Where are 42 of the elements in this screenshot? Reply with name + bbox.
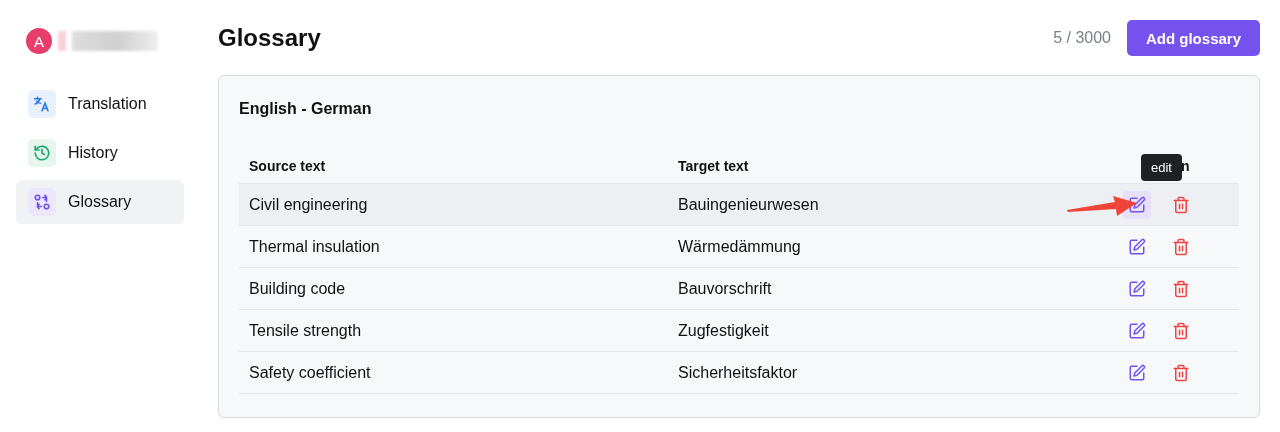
delete-icon [1172, 237, 1190, 256]
delete-icon [1172, 363, 1190, 382]
sidebar-item-label: History [68, 144, 118, 162]
table-row[interactable]: Safety coefficient Sicherheitsfaktor [239, 352, 1239, 394]
edit-icon [1128, 363, 1146, 382]
source-cell: Civil engineering [249, 195, 368, 214]
source-cell: Safety coefficient [249, 363, 371, 382]
source-cell: Building code [249, 279, 346, 298]
delete-icon [1172, 279, 1190, 298]
sidebar-item-label: Translation [68, 95, 147, 113]
edit-icon [1128, 195, 1146, 214]
column-header: Source text [249, 157, 326, 174]
edit-icon [1128, 279, 1146, 298]
target-cell: Bauvorschrift [678, 279, 772, 298]
history-icon [33, 144, 51, 162]
column-header: Target text [678, 157, 749, 174]
sidebar-item[interactable]: History [16, 131, 184, 175]
table-row[interactable]: Tensile strength Zugfestigkeit [239, 310, 1239, 352]
user-avatar[interactable]: A [26, 28, 52, 54]
add-glossary-button[interactable]: Add glossary [1126, 20, 1260, 56]
delete-icon [1172, 195, 1190, 214]
edit-icon [1128, 237, 1146, 256]
sidebar-item[interactable]: Glossary [16, 180, 184, 224]
table-row[interactable]: Building code Bauvorschrift [239, 268, 1239, 310]
swap-icon [33, 193, 51, 211]
source-cell: Tensile strength [249, 321, 362, 340]
table-row[interactable]: Thermal insulation Wärmedämmung [239, 226, 1239, 268]
edit-icon [1128, 321, 1146, 340]
source-cell: Thermal insulation [249, 237, 380, 256]
column-header: n [1181, 158, 1190, 174]
page-title: Glossary [218, 24, 322, 52]
sidebar-item[interactable]: Translation [16, 82, 184, 126]
tooltip: edit [1141, 154, 1182, 181]
target-cell: Wärmedämmung [678, 237, 801, 256]
delete-icon [1172, 321, 1190, 340]
sidebar-item-label: Glossary [68, 193, 132, 211]
glossary-count: 5 / 3000 [1053, 29, 1111, 47]
target-cell: Bauingenieurwesen [678, 195, 819, 214]
translate-icon [33, 95, 51, 113]
language-pair-title: English - German [239, 100, 373, 118]
target-cell: Sicherheitsfaktor [678, 363, 798, 382]
target-cell: Zugfestigkeit [678, 321, 769, 340]
